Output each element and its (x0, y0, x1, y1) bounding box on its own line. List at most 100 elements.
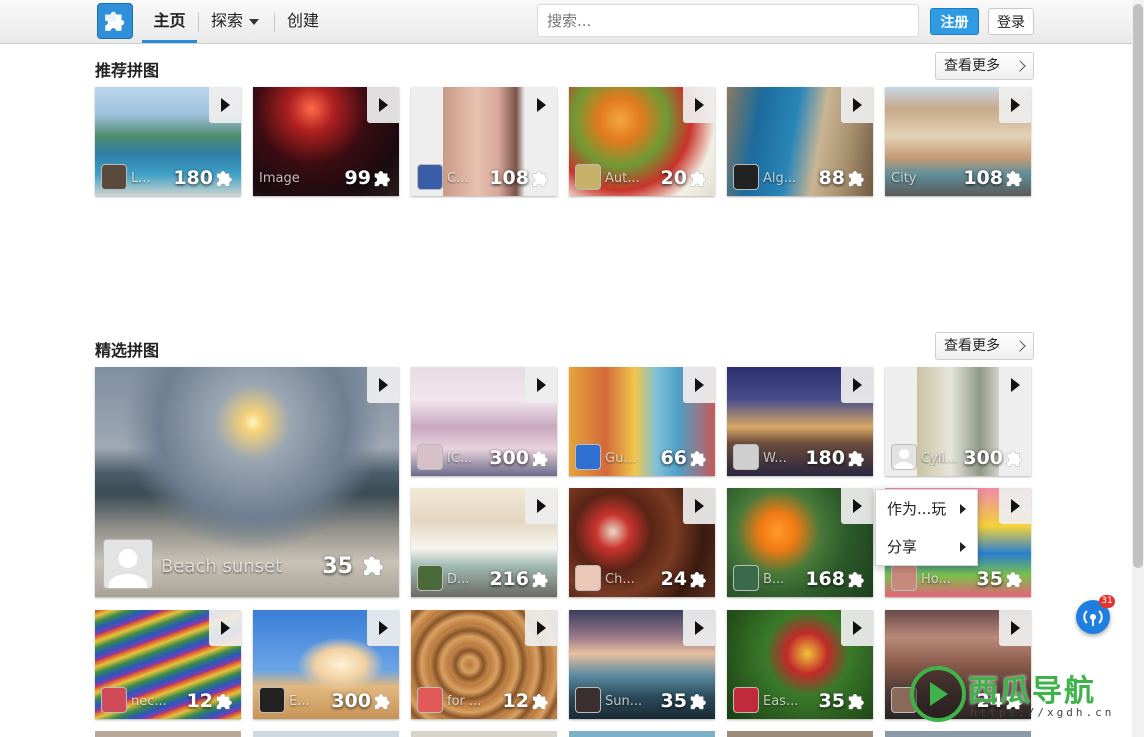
play-as-menu-item[interactable]: 作为...玩 (876, 490, 977, 528)
play-icon[interactable] (209, 610, 241, 646)
puzzle-title: Ho... (921, 572, 951, 587)
piece-count: 300 (963, 447, 1003, 469)
puzzle-tile[interactable]: Gu... 66 (569, 367, 715, 476)
submenu-arrow-icon (960, 542, 966, 552)
nav-home-tab[interactable]: 主页 (142, 0, 197, 43)
play-icon[interactable] (683, 610, 715, 646)
page-scrollbar[interactable] (1132, 0, 1144, 737)
puzzle-piece-icon (1003, 568, 1025, 590)
piece-count: 24 (660, 568, 687, 590)
play-icon[interactable] (841, 87, 873, 123)
see-more-label: 查看更多 (944, 338, 1000, 354)
puzzle-piece-icon (529, 447, 551, 469)
puzzle-tile-featured[interactable]: Beach sunset 35 (95, 367, 399, 597)
featured-section-title: 精选拼图 (95, 341, 160, 360)
play-icon[interactable] (367, 87, 399, 123)
search-input[interactable] (537, 4, 919, 37)
play-icon[interactable] (683, 488, 715, 524)
puzzle-piece-icon (1003, 167, 1025, 189)
puzzle-piece-icon (687, 447, 709, 469)
puzzle-tile-partial[interactable] (727, 731, 873, 737)
register-button[interactable]: 注册 (930, 8, 979, 35)
play-icon[interactable] (525, 367, 557, 403)
play-icon[interactable] (841, 367, 873, 403)
play-icon[interactable] (525, 488, 557, 524)
puzzle-title: Alg... (763, 171, 797, 186)
puzzle-tile[interactable]: City 108 (885, 87, 1031, 196)
watermark-overlay: 西瓜导航 https://xgdh.cn (908, 664, 1134, 724)
watermark-url: https://xgdh.cn (970, 706, 1115, 719)
puzzle-tile-partial[interactable] (253, 731, 399, 737)
puzzle-tile[interactable]: Ch... 24 (569, 488, 715, 597)
play-as-label: 作为...玩 (887, 500, 947, 518)
puzzle-tile[interactable]: Alg... 88 (727, 87, 873, 196)
play-icon[interactable] (999, 610, 1031, 646)
puzzle-tile-partial[interactable] (885, 731, 1031, 737)
puzzle-tile[interactable]: D... 216 (411, 488, 557, 597)
puzzle-title: Aut... (605, 171, 640, 186)
puzzle-tile-partial[interactable] (411, 731, 557, 737)
play-icon[interactable] (525, 87, 557, 123)
piece-count: 180 (805, 447, 845, 469)
puzzle-title: City (891, 171, 917, 186)
piece-count: 35 (660, 690, 687, 712)
play-icon[interactable] (367, 610, 399, 646)
play-icon[interactable] (683, 367, 715, 403)
puzzle-tile[interactable]: B... 168 (727, 488, 873, 597)
puzzle-tile[interactable]: for ... 12 (411, 610, 557, 719)
puzzle-tile[interactable]: L... 180 (95, 87, 241, 196)
play-icon[interactable] (999, 488, 1031, 524)
avatar (101, 164, 127, 190)
puzzle-title: Image (259, 171, 300, 186)
play-icon[interactable] (999, 367, 1031, 403)
puzzle-tile[interactable]: Eas... 35 (727, 610, 873, 719)
play-icon[interactable] (999, 87, 1031, 123)
puzzle-tile[interactable]: IC... 300 (411, 367, 557, 476)
puzzle-logo-icon[interactable] (97, 3, 133, 39)
puzzle-tile[interactable]: nec... 12 (95, 610, 241, 719)
submenu-arrow-icon (960, 504, 966, 514)
scrollbar-thumb[interactable] (1133, 4, 1143, 568)
piece-count: 99 (344, 167, 371, 189)
puzzle-tile[interactable]: W... 180 (727, 367, 873, 476)
puzzle-tile-partial[interactable] (569, 731, 715, 737)
puzzle-tile-partial[interactable] (95, 731, 241, 737)
featured-see-more-button[interactable]: 查看更多 (935, 332, 1034, 360)
piece-count: 108 (963, 167, 1003, 189)
nav-explore-menu[interactable]: 探索 (211, 0, 260, 43)
nav-create-link[interactable]: 创建 (287, 0, 319, 43)
notification-badge: 31 (1099, 595, 1115, 608)
puzzle-title: W... (763, 451, 787, 466)
share-menu-item[interactable]: 分享 (876, 528, 977, 566)
avatar (417, 444, 443, 470)
play-icon[interactable] (841, 488, 873, 524)
avatar (575, 565, 601, 591)
avatar (575, 687, 601, 713)
puzzle-title: IC... (447, 451, 473, 466)
puzzle-piece-icon (529, 568, 551, 590)
puzzle-title: for ... (447, 694, 482, 709)
puzzle-tile[interactable]: C... 108 (411, 87, 557, 196)
play-icon[interactable] (525, 610, 557, 646)
puzzle-tile[interactable]: Cyli... 300 (885, 367, 1031, 476)
puzzle-piece-icon (687, 568, 709, 590)
puzzle-piece-icon (371, 690, 393, 712)
piece-count: 20 (660, 167, 687, 189)
piece-count: 12 (186, 690, 213, 712)
puzzle-tile[interactable]: Aut... 20 (569, 87, 715, 196)
puzzle-tile[interactable]: Image 99 (253, 87, 399, 196)
piece-count: 300 (331, 690, 371, 712)
piece-count: 35 (818, 690, 845, 712)
piece-count: 168 (805, 568, 845, 590)
see-more-label: 查看更多 (944, 58, 1000, 74)
recommended-see-more-button[interactable]: 查看更多 (935, 52, 1034, 80)
play-icon[interactable] (209, 87, 241, 123)
login-button[interactable]: 登录 (988, 8, 1034, 35)
play-icon[interactable] (367, 367, 399, 403)
puzzle-tile[interactable]: E... 300 (253, 610, 399, 719)
piece-count: 35 (322, 554, 353, 579)
play-icon[interactable] (841, 610, 873, 646)
top-bar: 主页 探索 创建 注册 登录 (0, 0, 1132, 44)
play-icon[interactable] (683, 87, 715, 123)
puzzle-tile[interactable]: Sun... 35 (569, 610, 715, 719)
